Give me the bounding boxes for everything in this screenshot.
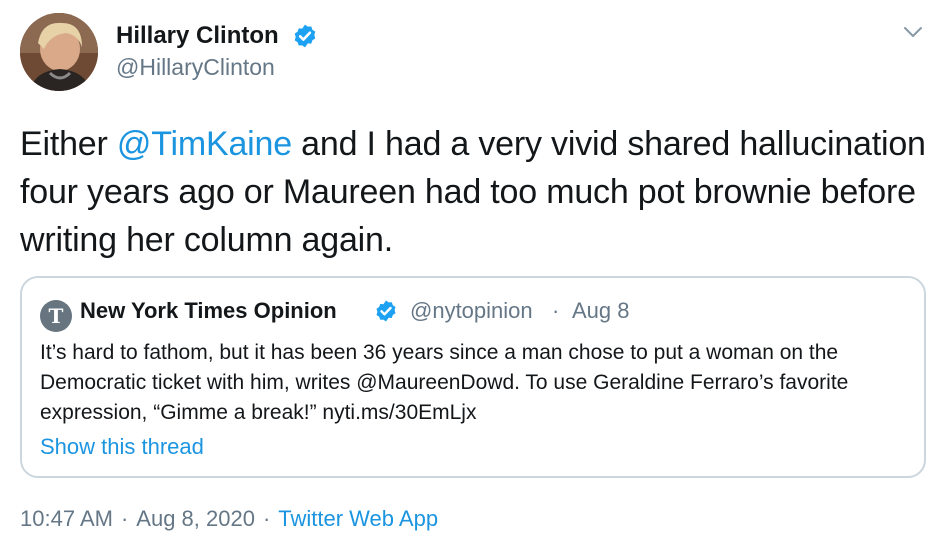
quoted-text: It’s hard to fathom, but it has been 36 … (40, 341, 849, 424)
author-handle[interactable]: @HillaryClinton (116, 54, 275, 81)
quoted-author-avatar[interactable]: T (40, 300, 72, 332)
quoted-author-name: New York Times Opinion (80, 298, 337, 323)
tweet-text-before: Either (20, 125, 117, 163)
meta-separator: · (262, 506, 271, 531)
author-name[interactable]: Hillary Clinton (116, 22, 279, 50)
tweet-time[interactable]: 10:47 AM (20, 506, 113, 531)
author-avatar[interactable] (20, 13, 98, 91)
meta-separator: · (120, 506, 129, 531)
quoted-tweet[interactable]: T New York Times Opinion @nytopinion · A… (20, 276, 926, 478)
verified-badge-icon (376, 300, 396, 322)
tweet-metadata: 10:47 AM · Aug 8, 2020 · Twitter Web App (20, 506, 438, 532)
avatar-image (20, 13, 98, 91)
quoted-author-handle: @nytopinion (410, 298, 533, 323)
quoted-date: Aug 8 (572, 298, 630, 323)
mention-link[interactable]: @TimKaine (117, 125, 292, 163)
tweet-date[interactable]: Aug 8, 2020 (136, 506, 255, 531)
show-thread-link[interactable]: Show this thread (40, 434, 204, 460)
chevron-down-icon[interactable] (902, 24, 924, 40)
tweet-card: Hillary Clinton @HillaryClinton Either @… (0, 0, 952, 554)
verified-badge-icon (294, 24, 316, 48)
tweet-text: Either @TimKaine and I had a very vivid … (20, 120, 930, 264)
quoted-separator: · (552, 298, 560, 323)
source-app-link[interactable]: Twitter Web App (278, 506, 438, 531)
